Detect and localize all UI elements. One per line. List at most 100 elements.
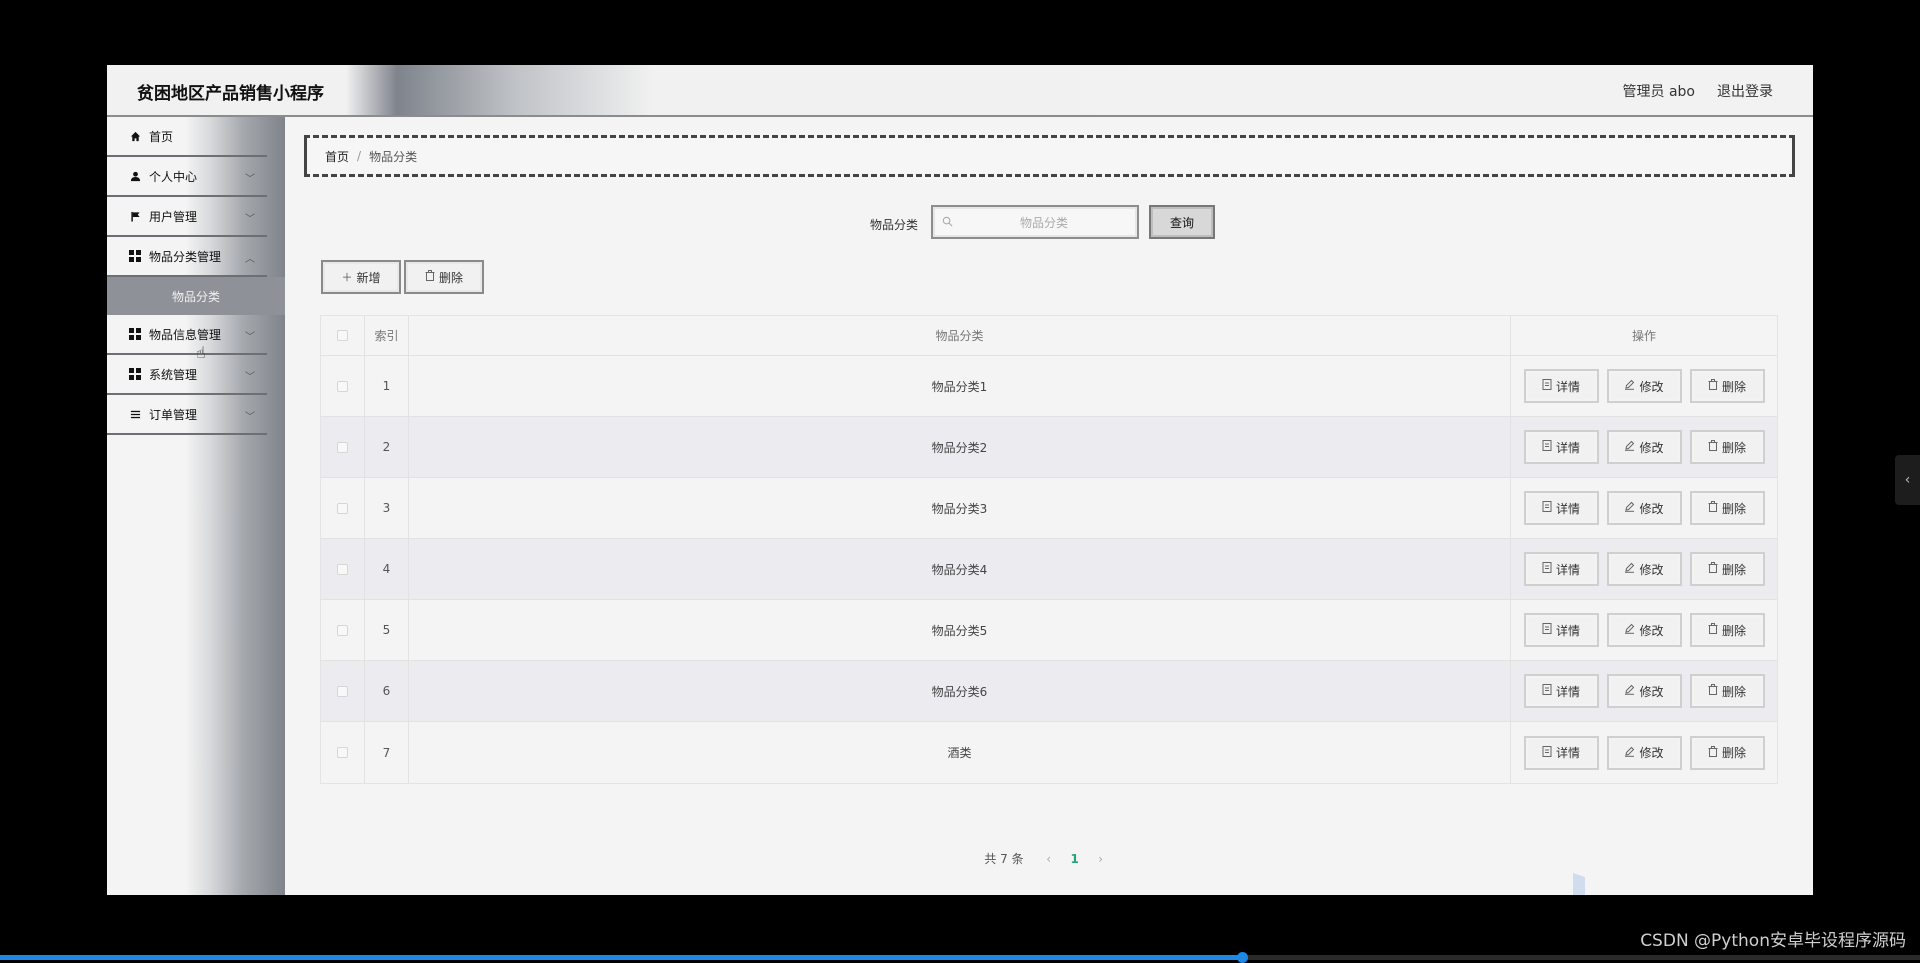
delete-button[interactable]: 删除 (1689, 735, 1765, 770)
row-checkbox[interactable] (337, 624, 348, 636)
logout-link[interactable]: 退出登录 (1717, 81, 1773, 101)
delete-button-label: 删除 (1721, 562, 1746, 577)
document-icon (1542, 379, 1552, 393)
row-actions: 详情 修改 删除 (1511, 356, 1777, 416)
row-category-name: 物品分类3 (409, 478, 1511, 538)
row-select-cell (321, 722, 365, 783)
add-button[interactable]: ＋ 新增 (321, 260, 401, 294)
edit-icon (1624, 379, 1635, 393)
delete-button[interactable]: 删除 (1689, 430, 1765, 464)
detail-button[interactable]: 详情 (1523, 430, 1599, 464)
detail-button-label: 详情 (1555, 501, 1580, 516)
edit-button[interactable]: 修改 (1606, 674, 1682, 708)
detail-button[interactable]: 详情 (1523, 674, 1599, 708)
sidebar-item-personal-center[interactable]: 个人中心 ﹀ (107, 157, 267, 197)
trash-icon (1708, 440, 1718, 454)
delete-button-label: 删除 (1721, 440, 1746, 455)
sidebar-item-system-management[interactable]: 系统管理 ﹀ (107, 355, 267, 395)
chevron-down-icon: ﹀ (245, 412, 255, 423)
edit-button-label: 修改 (1639, 501, 1664, 516)
detail-button[interactable]: 详情 (1523, 491, 1599, 525)
pagination-total: 共 7 条 (984, 852, 1024, 866)
batch-delete-button[interactable]: 删除 (404, 260, 484, 294)
trash-icon (1708, 684, 1718, 698)
row-index: 2 (365, 417, 409, 477)
sidebar-item-label: 物品分类管理 (149, 249, 222, 264)
row-index: 1 (365, 356, 409, 416)
detail-button[interactable]: 详情 (1523, 552, 1599, 586)
trash-icon (425, 270, 435, 284)
sidebar-item-order-management[interactable]: 订单管理 ﹀ (107, 395, 267, 435)
edit-icon (1624, 684, 1635, 698)
detail-button-label: 详情 (1555, 440, 1580, 455)
select-all-checkbox[interactable] (337, 330, 348, 341)
table-row: 5 物品分类5 详情 修改 删除 (321, 600, 1777, 661)
row-select-cell (321, 600, 365, 660)
sidebar-item-category-management[interactable]: 物品分类管理 ︿ (107, 237, 267, 277)
sidebar-item-home[interactable]: 首页 (107, 117, 267, 157)
delete-button[interactable]: 删除 (1689, 369, 1765, 403)
hand-cursor-icon: ☝ (196, 343, 206, 362)
grid-icon (129, 250, 141, 262)
sidebar-item-user-management[interactable]: 用户管理 ﹀ (107, 197, 267, 237)
breadcrumb-separator: / (357, 149, 362, 163)
detail-button[interactable]: 详情 (1523, 369, 1599, 403)
row-checkbox[interactable] (337, 380, 348, 392)
flag-icon (129, 210, 141, 222)
column-header-actions: 操作 (1631, 329, 1656, 343)
delete-button-label: 删除 (1721, 501, 1746, 516)
breadcrumb-home[interactable]: 首页 (325, 148, 349, 165)
user-icon (129, 170, 141, 182)
grid-icon (129, 328, 141, 340)
edit-button[interactable]: 修改 (1606, 552, 1682, 586)
row-checkbox[interactable] (337, 685, 348, 697)
delete-button[interactable]: 删除 (1689, 613, 1765, 647)
edit-button[interactable]: 修改 (1606, 735, 1682, 770)
sidebar-item-goods-info-management[interactable]: 物品信息管理 ﹀ (107, 315, 267, 355)
row-checkbox[interactable] (337, 747, 348, 758)
video-progress-knob[interactable] (1237, 952, 1249, 963)
edit-button[interactable]: 修改 (1606, 369, 1682, 403)
video-progress-bar[interactable] (0, 952, 1920, 963)
add-button-label: 新增 (356, 270, 381, 285)
edit-icon (1624, 440, 1635, 454)
delete-button[interactable]: 删除 (1689, 674, 1765, 708)
edit-button[interactable]: 修改 (1606, 430, 1682, 464)
side-collapse-tab[interactable]: ‹ (1895, 455, 1920, 505)
edit-button-label: 修改 (1639, 623, 1664, 638)
detail-button[interactable]: 详情 (1523, 735, 1599, 770)
prev-page-icon[interactable]: ‹ (1036, 852, 1062, 866)
edit-button-label: 修改 (1639, 440, 1664, 455)
delete-button-label: 删除 (1721, 684, 1746, 699)
row-actions: 详情 修改 删除 (1511, 600, 1777, 660)
column-header-index: 索引 (365, 316, 409, 355)
delete-button[interactable]: 删除 (1689, 552, 1765, 586)
delete-button[interactable]: 删除 (1689, 491, 1765, 525)
category-table: 索引 物品分类 操作 1 物品分类1 详情 修改 删除 2 物品分类2 详情 修改 删除 3 物品分类… (320, 315, 1778, 784)
sidebar-subitem-category[interactable]: 物品分类 (107, 277, 285, 315)
row-checkbox[interactable] (337, 502, 348, 514)
select-all-cell (321, 316, 365, 355)
row-actions: 详情 修改 删除 (1511, 417, 1777, 477)
breadcrumb-current: 物品分类 (369, 149, 418, 164)
detail-button[interactable]: 详情 (1523, 613, 1599, 647)
list-icon (129, 408, 141, 420)
search-field[interactable] (931, 205, 1139, 239)
delete-button-label: 删除 (1721, 746, 1746, 760)
page-number[interactable]: 1 (1062, 852, 1088, 866)
search-input[interactable] (959, 213, 1129, 233)
app-window: 贫困地区产品销售小程序 管理员 abo 退出登录 首页 个人中心 ﹀ 用户管理 … (107, 65, 1813, 895)
trash-icon (1708, 745, 1718, 760)
document-icon (1542, 501, 1552, 515)
edit-button[interactable]: 修改 (1606, 613, 1682, 647)
query-button[interactable]: 查询 (1149, 205, 1215, 239)
row-checkbox[interactable] (337, 563, 348, 575)
row-checkbox[interactable] (337, 441, 348, 453)
row-category-name: 物品分类5 (409, 600, 1511, 660)
sidebar-item-label: 用户管理 (149, 209, 198, 224)
edit-button[interactable]: 修改 (1606, 491, 1682, 525)
row-index: 6 (365, 661, 409, 721)
next-page-icon[interactable]: › (1088, 852, 1114, 866)
trash-icon (1708, 501, 1718, 515)
table-row: 6 物品分类6 详情 修改 删除 (321, 661, 1777, 722)
